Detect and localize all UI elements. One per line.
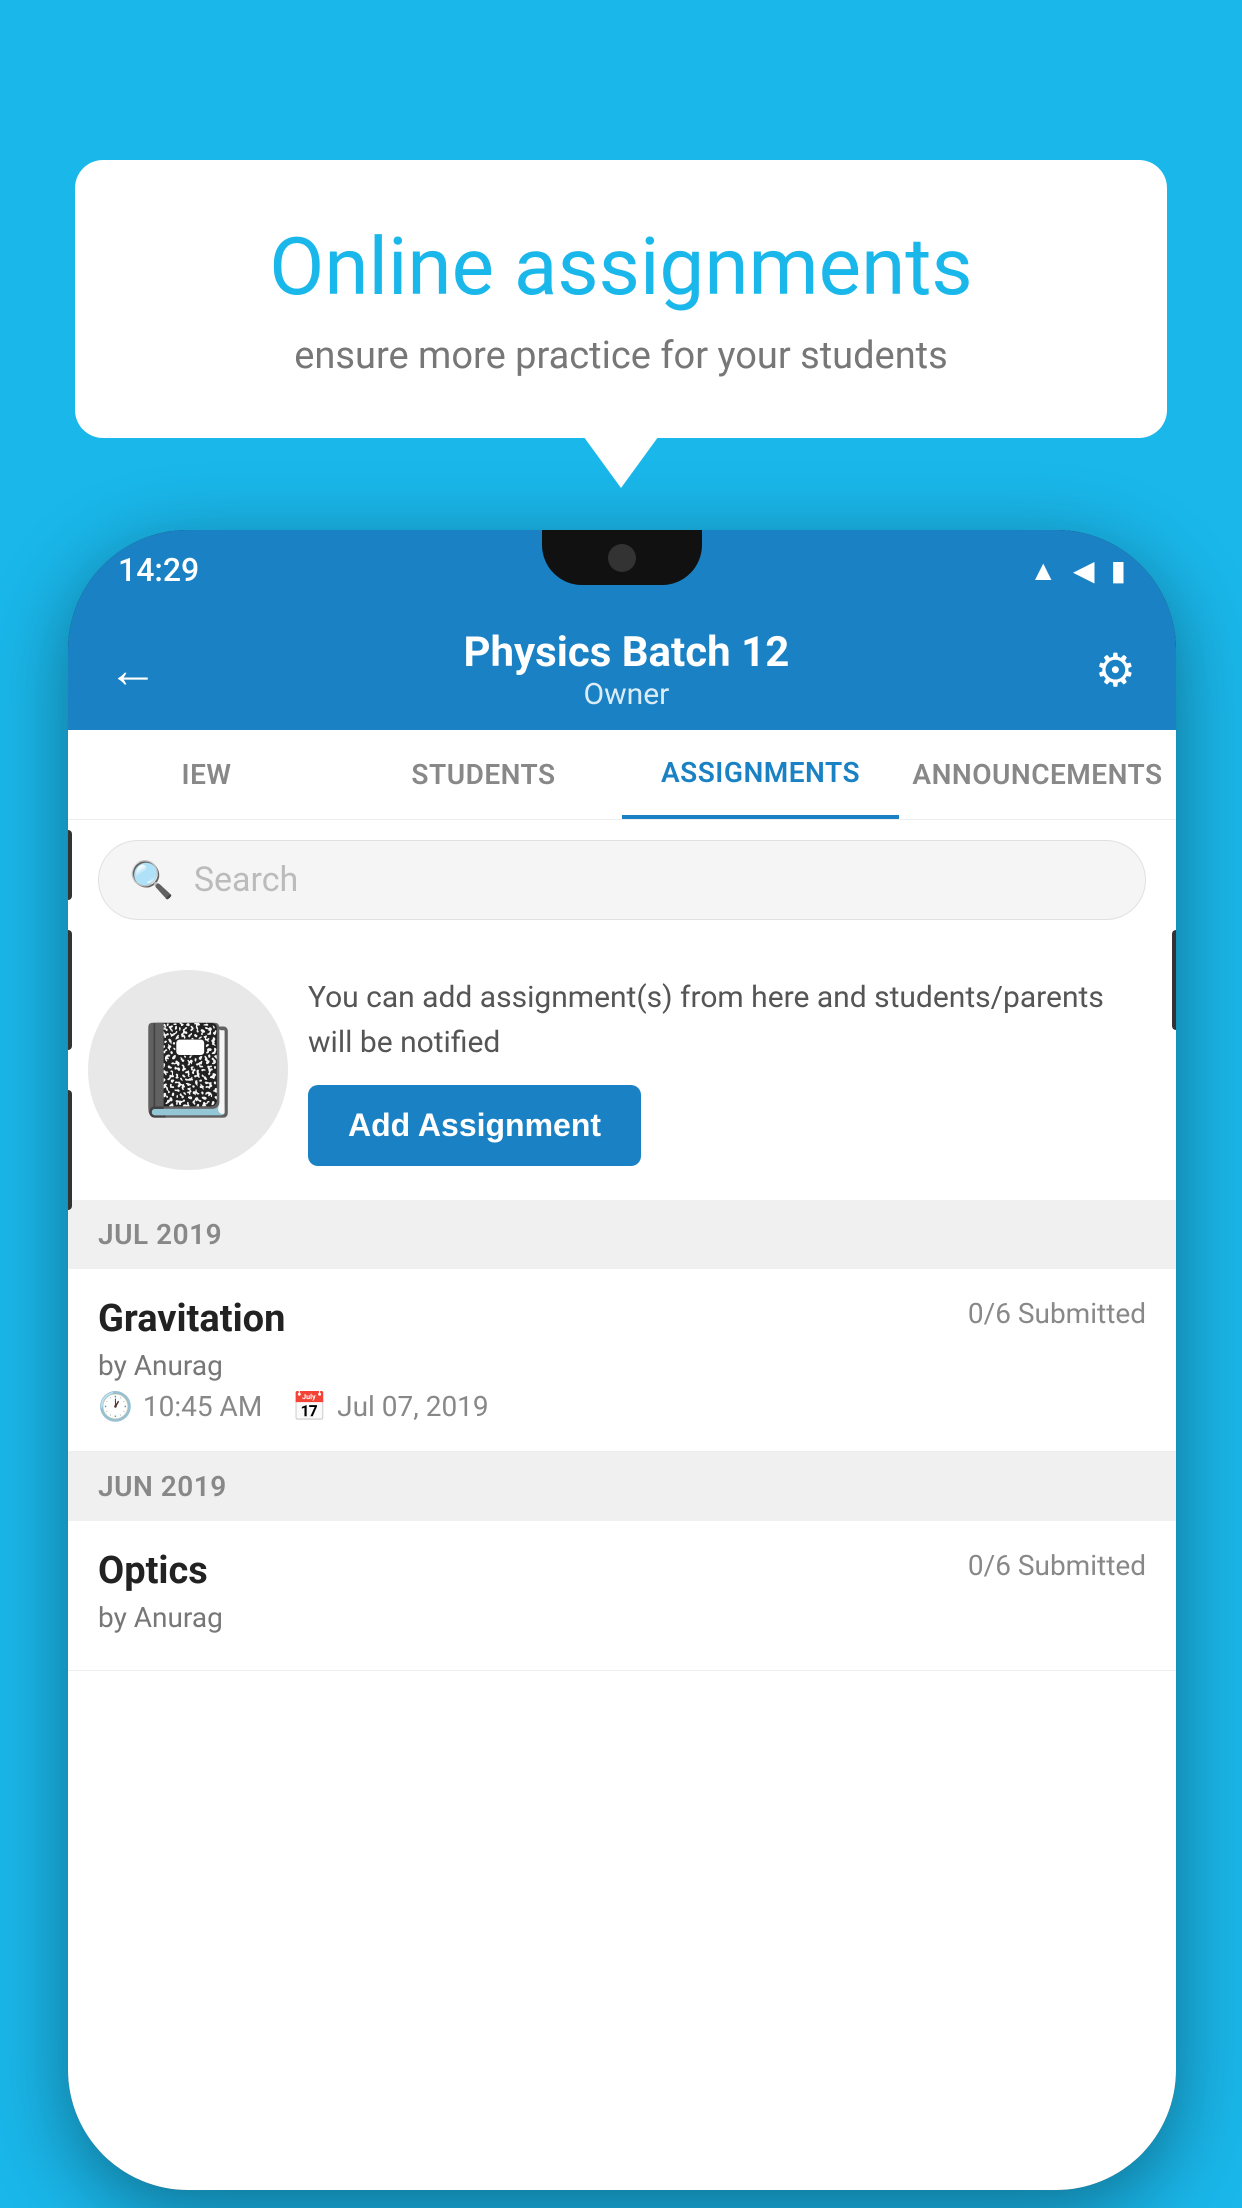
calendar-icon: 📅 — [292, 1390, 327, 1423]
tab-assignments[interactable]: ASSIGNMENTS — [622, 730, 899, 819]
signal-icon: ◀ — [1073, 554, 1095, 587]
status-icons: ▲ ◀ ▮ — [1029, 554, 1126, 587]
search-bar-container: 🔍 Search — [68, 820, 1176, 940]
assignment-meta: 🕐 10:45 AM 📅 Jul 07, 2019 — [98, 1390, 1146, 1423]
assignment-title-optics: Optics — [98, 1549, 208, 1593]
settings-icon[interactable]: ⚙ — [1095, 643, 1136, 698]
add-assignment-button[interactable]: Add Assignment — [308, 1085, 641, 1166]
promo-text: You can add assignment(s) from here and … — [308, 975, 1146, 1065]
assignment-date: Jul 07, 2019 — [337, 1390, 489, 1423]
page-title: Physics Batch 12 — [463, 628, 789, 677]
assignment-status-optics: 0/6 Submitted — [968, 1549, 1146, 1582]
tab-students[interactable]: STUDENTS — [345, 730, 622, 819]
assignment-item-gravitation[interactable]: Gravitation 0/6 Submitted by Anurag 🕐 10… — [68, 1269, 1176, 1452]
search-bar[interactable]: 🔍 Search — [98, 840, 1146, 920]
tabs-bar: IEW STUDENTS ASSIGNMENTS ANNOUNCEMENTS — [68, 730, 1176, 820]
search-input[interactable]: Search — [194, 860, 298, 900]
time-meta: 🕐 10:45 AM — [98, 1390, 262, 1423]
assignment-author-optics: by Anurag — [98, 1601, 1146, 1634]
back-button[interactable]: ← — [108, 641, 158, 700]
notebook-icon: 📓 — [132, 1018, 244, 1123]
mute-button — [68, 830, 72, 900]
status-time: 14:29 — [118, 551, 199, 589]
power-button — [1172, 930, 1176, 1030]
app-header: ← Physics Batch 12 Owner ⚙ — [68, 610, 1176, 730]
assignment-item-optics[interactable]: Optics 0/6 Submitted by Anurag — [68, 1521, 1176, 1671]
assignment-header: Gravitation 0/6 Submitted — [98, 1297, 1146, 1341]
tab-announcements[interactable]: ANNOUNCEMENTS — [899, 730, 1176, 819]
clock-icon: 🕐 — [98, 1390, 133, 1423]
wifi-icon: ▲ — [1029, 554, 1057, 587]
search-icon: 🔍 — [129, 859, 174, 901]
front-camera — [608, 544, 636, 572]
volume-down-button — [68, 1090, 72, 1210]
battery-icon: ▮ — [1111, 554, 1126, 587]
phone-screen: 🔍 Search 📓 You can add assignment(s) fro… — [68, 820, 1176, 2190]
assignment-time: 10:45 AM — [143, 1390, 262, 1423]
speech-bubble-title: Online assignments — [155, 220, 1087, 314]
speech-bubble-container: Online assignments ensure more practice … — [75, 160, 1167, 438]
assignment-title: Gravitation — [98, 1297, 285, 1341]
phone-frame: 14:29 ▲ ◀ ▮ ← Physics Batch 12 Owner ⚙ I… — [68, 530, 1176, 2190]
assignment-status: 0/6 Submitted — [968, 1297, 1146, 1330]
promo-icon-circle: 📓 — [88, 970, 288, 1170]
promo-section: 📓 You can add assignment(s) from here an… — [68, 940, 1176, 1200]
status-bar: 14:29 ▲ ◀ ▮ — [68, 530, 1176, 610]
assignment-header-optics: Optics 0/6 Submitted — [98, 1549, 1146, 1593]
tab-iew[interactable]: IEW — [68, 730, 345, 819]
section-header-jun: JUN 2019 — [68, 1452, 1176, 1521]
phone-notch — [542, 530, 702, 585]
header-title-container: Physics Batch 12 Owner — [463, 628, 789, 712]
assignment-author: by Anurag — [98, 1349, 1146, 1382]
section-header-jul: JUL 2019 — [68, 1200, 1176, 1269]
speech-bubble-subtitle: ensure more practice for your students — [155, 334, 1087, 378]
speech-bubble: Online assignments ensure more practice … — [75, 160, 1167, 438]
volume-up-button — [68, 930, 72, 1050]
date-meta: 📅 Jul 07, 2019 — [292, 1390, 488, 1423]
page-subtitle: Owner — [463, 677, 789, 712]
promo-content: You can add assignment(s) from here and … — [308, 975, 1146, 1166]
